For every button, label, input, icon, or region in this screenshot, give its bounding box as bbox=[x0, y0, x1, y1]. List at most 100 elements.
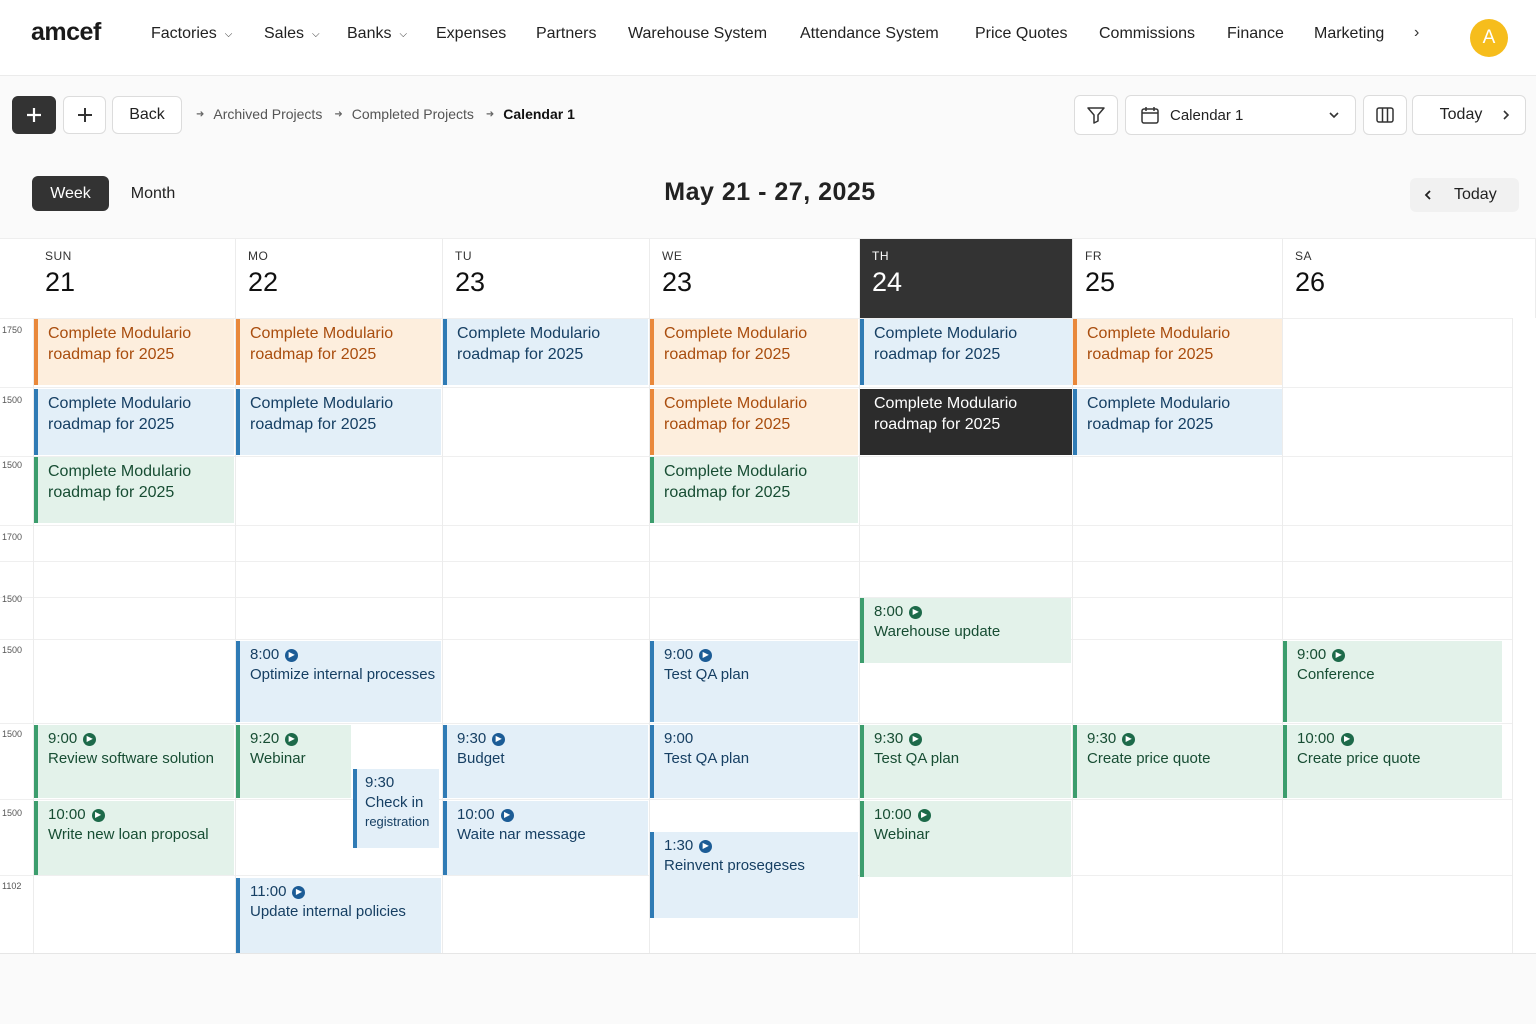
event-title: Complete Modulario roadmap for 2025 bbox=[874, 395, 1018, 433]
event-check-in[interactable]: 9:30 Check in registration bbox=[353, 769, 439, 848]
event-webinar[interactable]: 9:20 ▶ Webinar bbox=[236, 725, 351, 798]
time-label: 1500 bbox=[2, 594, 23, 604]
time-label: 1500 bbox=[2, 645, 23, 655]
time-label: 1750 bbox=[2, 325, 23, 335]
event-test-qa-plan[interactable]: 9:30 ▶ Test QA plan bbox=[860, 725, 1071, 798]
nav-item-partners[interactable]: Partners bbox=[536, 25, 596, 43]
day-header-sat[interactable]: SA 26 bbox=[1283, 239, 1536, 318]
day-header-tue[interactable]: TU 23 bbox=[443, 239, 650, 318]
event-roadmap[interactable]: Complete Modulario roadmap for 2025 bbox=[34, 457, 234, 523]
today-next-button[interactable]: Today bbox=[1412, 95, 1526, 135]
event-create-price-quote[interactable]: 10:00 ▶ Create price quote bbox=[1283, 725, 1502, 798]
add-button[interactable] bbox=[63, 96, 106, 134]
event-create-price-quote[interactable]: 9:30 ▶ Create price quote bbox=[1073, 725, 1282, 798]
event-time-text: 9:00 bbox=[664, 730, 694, 747]
nav-item-factories[interactable]: Factories ⌵ bbox=[151, 25, 232, 43]
day-header-fri[interactable]: FR 25 bbox=[1073, 239, 1283, 318]
event-title: Waite nar message bbox=[457, 826, 586, 843]
add-primary-button[interactable] bbox=[12, 96, 56, 134]
day-header-thu-today[interactable]: TH 24 bbox=[860, 239, 1073, 318]
day-header-mon[interactable]: MO 22 bbox=[236, 239, 443, 318]
event-update-internal-policies[interactable]: 11:00 ▶ Update internal policies bbox=[236, 878, 441, 953]
event-test-qa-plan[interactable]: 9:00 Test QA plan bbox=[650, 725, 858, 798]
arrow-right-icon: ➜ bbox=[196, 108, 205, 120]
today-label: Today bbox=[1454, 186, 1497, 203]
play-icon: ▶ bbox=[83, 732, 97, 746]
chevron-down-icon bbox=[1329, 112, 1339, 119]
event-time-text: 10:00 bbox=[457, 806, 495, 823]
event-time-text: 10:00 bbox=[874, 806, 912, 823]
event-title: Test QA plan bbox=[664, 666, 750, 683]
event-waite-nar-message[interactable]: 10:00 ▶ Waite nar message bbox=[443, 801, 648, 875]
day-header-sun[interactable]: SUN 21 bbox=[0, 239, 236, 318]
event-optimize-processes[interactable]: 8:00 ▶ Optimize internal processes bbox=[236, 641, 441, 722]
calendar-select-value: Calendar 1 bbox=[1170, 106, 1244, 124]
event-roadmap[interactable]: Complete Modulario roadmap for 2025 bbox=[34, 319, 234, 385]
nav-item-sales[interactable]: Sales ⌵ bbox=[264, 25, 320, 43]
event-title: Complete Modulario roadmap for 2025 bbox=[250, 395, 394, 433]
nav-item-banks[interactable]: Banks ⌵ bbox=[347, 25, 407, 43]
event-budget[interactable]: 9:30 ▶ Budget bbox=[443, 725, 648, 798]
arrow-right-icon: ➜ bbox=[485, 108, 495, 120]
breadcrumb-archived-projects[interactable]: Archived Projects bbox=[213, 106, 322, 122]
event-title: Complete Modulario roadmap for 2025 bbox=[874, 325, 1018, 363]
tab-week[interactable]: Week bbox=[32, 176, 109, 211]
grid-line bbox=[0, 639, 1512, 640]
plus-icon bbox=[77, 108, 92, 122]
play-icon: ▶ bbox=[500, 808, 514, 822]
nav-item-expenses[interactable]: Expenses bbox=[436, 25, 506, 43]
nav-item-warehouse-system[interactable]: Warehouse System bbox=[628, 25, 767, 43]
event-title: Complete Modulario roadmap for 2025 bbox=[457, 325, 601, 363]
event-time: 8:00 ▶ bbox=[250, 645, 441, 665]
day-number: 24 bbox=[872, 267, 903, 297]
event-title: Webinar bbox=[250, 750, 306, 767]
back-button[interactable]: Back bbox=[112, 96, 182, 134]
event-title: Conference bbox=[1297, 666, 1375, 683]
event-review-software[interactable]: 9:00 ▶ Review software solution bbox=[34, 725, 234, 798]
event-roadmap[interactable]: Complete Modulario roadmap for 2025 bbox=[236, 319, 441, 385]
event-roadmap[interactable]: Complete Modulario roadmap for 2025 bbox=[650, 457, 858, 523]
event-roadmap-selected[interactable]: Complete Modulario roadmap for 2025 bbox=[860, 389, 1072, 455]
event-time-text: 1:30 bbox=[664, 837, 694, 854]
event-conference[interactable]: 9:00 ▶ Conference bbox=[1283, 641, 1502, 722]
event-roadmap[interactable]: Complete Modulario roadmap for 2025 bbox=[236, 389, 441, 455]
event-title: Complete Modulario roadmap for 2025 bbox=[48, 395, 192, 433]
event-roadmap[interactable]: Complete Modulario roadmap for 2025 bbox=[650, 389, 858, 455]
event-write-loan-proposal[interactable]: 10:00 ▶ Write new loan proposal bbox=[34, 801, 234, 875]
event-webinar[interactable]: 10:00 ▶ Webinar bbox=[860, 801, 1071, 877]
day-header-wed[interactable]: WE 23 bbox=[650, 239, 860, 318]
event-roadmap[interactable]: Complete Modulario roadmap for 2025 bbox=[650, 319, 858, 385]
nav-item-price-quotes[interactable]: Price Quotes bbox=[975, 25, 1067, 43]
prev-today-button[interactable]: Today bbox=[1410, 178, 1519, 212]
nav-item-marketing[interactable]: Marketing bbox=[1314, 25, 1384, 43]
event-roadmap[interactable]: Complete Modulario roadmap for 2025 bbox=[860, 319, 1072, 385]
nav-item-commissions[interactable]: Commissions bbox=[1099, 25, 1195, 43]
columns-view-button[interactable] bbox=[1363, 95, 1407, 135]
grid-line bbox=[0, 723, 1512, 724]
nav-item-attendance-system[interactable]: Attendance System bbox=[800, 25, 939, 43]
avatar[interactable]: A bbox=[1470, 19, 1508, 57]
play-icon: ▶ bbox=[1122, 732, 1136, 746]
calendar-icon bbox=[1141, 107, 1159, 124]
event-reinvent-prosegeses[interactable]: 1:30 ▶ Reinvent prosegeses bbox=[650, 832, 858, 918]
event-test-qa-plan[interactable]: 9:00 ▶ Test QA plan bbox=[650, 641, 858, 722]
event-roadmap[interactable]: Complete Modulario roadmap for 2025 bbox=[34, 389, 234, 455]
event-title: Complete Modulario roadmap for 2025 bbox=[1087, 325, 1231, 363]
event-time: 9:20 ▶ bbox=[250, 729, 351, 749]
filter-button[interactable] bbox=[1074, 95, 1118, 135]
event-time-text: 9:30 bbox=[1087, 730, 1117, 747]
event-time-text: 9:00 bbox=[664, 646, 694, 663]
nav-item-finance[interactable]: Finance bbox=[1227, 25, 1284, 43]
chevron-left-icon bbox=[1424, 190, 1431, 200]
tab-month[interactable]: Month bbox=[109, 176, 197, 211]
calendar-select[interactable]: Calendar 1 bbox=[1125, 95, 1356, 135]
event-time: 10:00 ▶ bbox=[1297, 729, 1502, 749]
app-logo[interactable]: amcef bbox=[31, 18, 101, 47]
event-roadmap[interactable]: Complete Modulario roadmap for 2025 bbox=[443, 319, 648, 385]
nav-more-chevron-icon[interactable]: › bbox=[1414, 24, 1419, 42]
day-name: WE bbox=[662, 249, 683, 263]
event-roadmap[interactable]: Complete Modulario roadmap for 2025 bbox=[1073, 319, 1282, 385]
event-warehouse-update[interactable]: 8:00 ▶ Warehouse update bbox=[860, 598, 1071, 663]
event-roadmap[interactable]: Complete Modulario roadmap for 2025 bbox=[1073, 389, 1282, 455]
breadcrumb-completed-projects[interactable]: Completed Projects bbox=[352, 106, 474, 122]
